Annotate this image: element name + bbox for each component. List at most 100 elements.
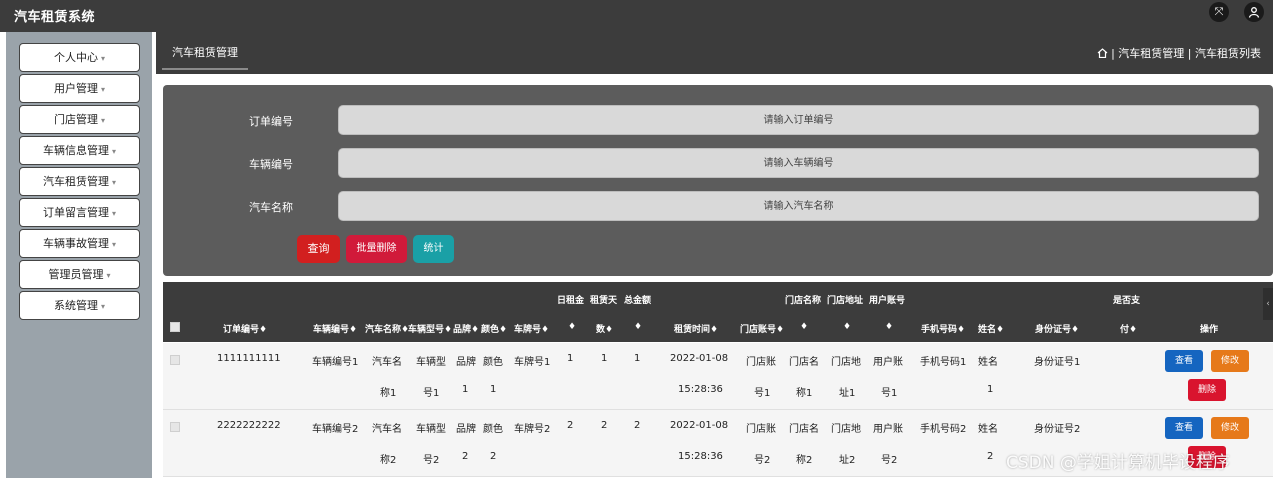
row-checkbox[interactable] <box>170 422 180 432</box>
chevron-down-icon: ▾ <box>111 147 116 156</box>
sort-icon[interactable]: ♦ <box>843 322 851 332</box>
app-root: 汽车租赁系统 ⤧ 个人中心 ▾ 用户管理 ▾ 门店管理 ▾ 车辆信息管理 ▾ 汽车租赁管… <box>0 0 1273 478</box>
header-label: 品牌 <box>453 325 472 335</box>
cell-brand-2: 1 <box>462 384 469 395</box>
home-icon[interactable] <box>1097 48 1108 58</box>
sort-icon: ♦ <box>471 325 480 335</box>
header-user-account: 用户账号 <box>869 296 906 306</box>
sort-icon: ♦ <box>996 325 1005 335</box>
cell-plate: 车牌号2 <box>514 424 551 435</box>
chevron-down-icon: ▾ <box>100 302 105 311</box>
sort-icon: ♦ <box>541 325 550 335</box>
side-panel-toggle[interactable]: ‹ <box>1263 288 1273 320</box>
sidebar-item-user-management[interactable]: 用户管理 ▾ <box>19 74 140 103</box>
sidebar-item-label: 用户管理 <box>53 82 98 95</box>
header-vehicle-number[interactable]: 车辆编号♦ <box>313 322 357 335</box>
cell-vehicle-number: 车辆编号2 <box>312 424 359 435</box>
header-brand[interactable]: 品牌♦ <box>453 322 479 335</box>
query-button[interactable]: 查询 <box>297 235 340 263</box>
sort-icon[interactable]: ♦ <box>800 322 808 332</box>
header-total: 总金额 <box>624 296 652 306</box>
cell-total: 2 <box>634 420 641 431</box>
header-color[interactable]: 颜色♦ <box>481 322 507 335</box>
header-store-address: 门店地址 <box>827 296 864 306</box>
sidebar-item-system-management[interactable]: 系统管理 ▾ <box>19 291 140 320</box>
sidebar-item-car-rental[interactable]: 汽车租赁管理 ▾ <box>19 167 140 196</box>
edit-button[interactable]: 修改 <box>1211 350 1249 372</box>
breadcrumb-separator: | <box>1187 47 1192 60</box>
chevron-down-icon: ▾ <box>111 240 116 249</box>
cell-store-account-2: 号1 <box>754 388 771 399</box>
breadcrumb-level-1[interactable]: 汽车租赁管理 <box>1118 47 1184 60</box>
order-number-input[interactable] <box>338 105 1259 135</box>
cell-store-name: 门店名 <box>789 424 819 435</box>
select-all-checkbox[interactable] <box>170 322 180 332</box>
cell-order-number: 1111111111 <box>217 353 281 364</box>
row-checkbox[interactable] <box>170 355 180 365</box>
fullscreen-icon[interactable]: ⤧ <box>1209 2 1229 22</box>
header-label: 租赁时间 <box>674 325 711 335</box>
chevron-down-icon: ▾ <box>100 85 105 94</box>
cell-store-address: 门店地 <box>831 357 861 368</box>
cell-name-2: 1 <box>987 384 994 395</box>
sidebar-item-label: 系统管理 <box>53 299 98 312</box>
sort-icon: ♦ <box>1071 325 1080 335</box>
header-days[interactable]: 数♦ <box>596 322 613 335</box>
breadcrumb-separator: | <box>1111 47 1115 60</box>
sort-icon[interactable]: ♦ <box>634 322 642 332</box>
sidebar-item-store-management[interactable]: 门店管理 ▾ <box>19 105 140 134</box>
header-operations: 操作 <box>1200 325 1219 335</box>
sort-icon: ♦ <box>776 325 785 335</box>
header-car-model[interactable]: 车辆型号♦ <box>408 322 452 335</box>
user-icon[interactable] <box>1244 2 1264 22</box>
sort-icon: ♦ <box>444 325 453 335</box>
vehicle-number-input[interactable] <box>338 148 1259 178</box>
header-id-number[interactable]: 身份证号♦ <box>1035 322 1079 335</box>
cell-id-number: 身份证号1 <box>1034 357 1081 368</box>
sidebar-item-label: 车辆事故管理 <box>42 237 109 250</box>
breadcrumb-level-2: 汽车租赁列表 <box>1195 47 1261 60</box>
sort-icon[interactable]: ♦ <box>568 322 576 332</box>
header-label: 颜色 <box>481 325 500 335</box>
cell-user-account-2: 号1 <box>881 388 898 399</box>
car-name-input[interactable] <box>338 191 1259 221</box>
edit-button[interactable]: 修改 <box>1211 417 1249 439</box>
cell-name-2: 2 <box>987 451 994 462</box>
cell-daily-rent: 2 <box>567 420 574 431</box>
cell-car-name: 汽车名 <box>372 424 402 435</box>
sidebar-item-vehicle-info[interactable]: 车辆信息管理 ▾ <box>19 136 140 165</box>
header-paid-2[interactable]: 付♦ <box>1120 322 1137 335</box>
header-name[interactable]: 姓名♦ <box>978 322 1004 335</box>
sort-icon: ♦ <box>957 325 966 335</box>
sidebar-item-order-messages[interactable]: 订单留言管理 ▾ <box>19 198 140 227</box>
chevron-down-icon: ▾ <box>100 54 105 63</box>
header-order-number[interactable]: 订单编号♦ <box>223 322 267 335</box>
table-header: 日租金 租赁天 总金额 门店名称 门店地址 用户账号 是否支 订单编号♦ 车辆编… <box>163 282 1273 342</box>
sort-icon[interactable]: ♦ <box>885 322 893 332</box>
view-button[interactable]: 查看 <box>1165 417 1203 439</box>
chevron-down-icon: ▾ <box>111 209 116 218</box>
header-car-name[interactable]: 汽车名称♦ <box>365 322 409 335</box>
sidebar-item-admin-management[interactable]: 管理员管理 ▾ <box>19 260 140 289</box>
vehicle-number-label: 车辆编号 <box>249 158 293 171</box>
header-daily-rent: 日租金 <box>557 296 585 306</box>
header-store-account[interactable]: 门店账号♦ <box>740 322 784 335</box>
cell-store-account-2: 号2 <box>754 455 771 466</box>
sort-icon: ♦ <box>710 325 719 335</box>
view-button[interactable]: 查看 <box>1165 350 1203 372</box>
sidebar-item-personal-center[interactable]: 个人中心 ▾ <box>19 43 140 72</box>
sidebar-item-vehicle-accidents[interactable]: 车辆事故管理 ▾ <box>19 229 140 258</box>
sidebar: 个人中心 ▾ 用户管理 ▾ 门店管理 ▾ 车辆信息管理 ▾ 汽车租赁管理 ▾ 订单留言管理… <box>6 32 152 478</box>
header-phone[interactable]: 手机号码♦ <box>921 322 965 335</box>
cell-total: 1 <box>634 353 641 364</box>
batch-delete-button[interactable]: 批量删除 <box>346 235 407 263</box>
tab-car-rental-management[interactable]: 汽车租赁管理 <box>162 38 248 70</box>
cell-user-account: 用户账 <box>873 424 903 435</box>
cell-color: 颜色 <box>483 424 503 435</box>
header-label: 车辆型号 <box>408 325 445 335</box>
header-plate[interactable]: 车牌号♦ <box>514 322 549 335</box>
header-rent-time[interactable]: 租赁时间♦ <box>674 322 718 335</box>
stats-button[interactable]: 统计 <box>413 235 454 263</box>
watermark: CSDN @学姐计算机毕设程序 <box>1006 453 1230 473</box>
delete-button[interactable]: 删除 <box>1188 379 1226 401</box>
